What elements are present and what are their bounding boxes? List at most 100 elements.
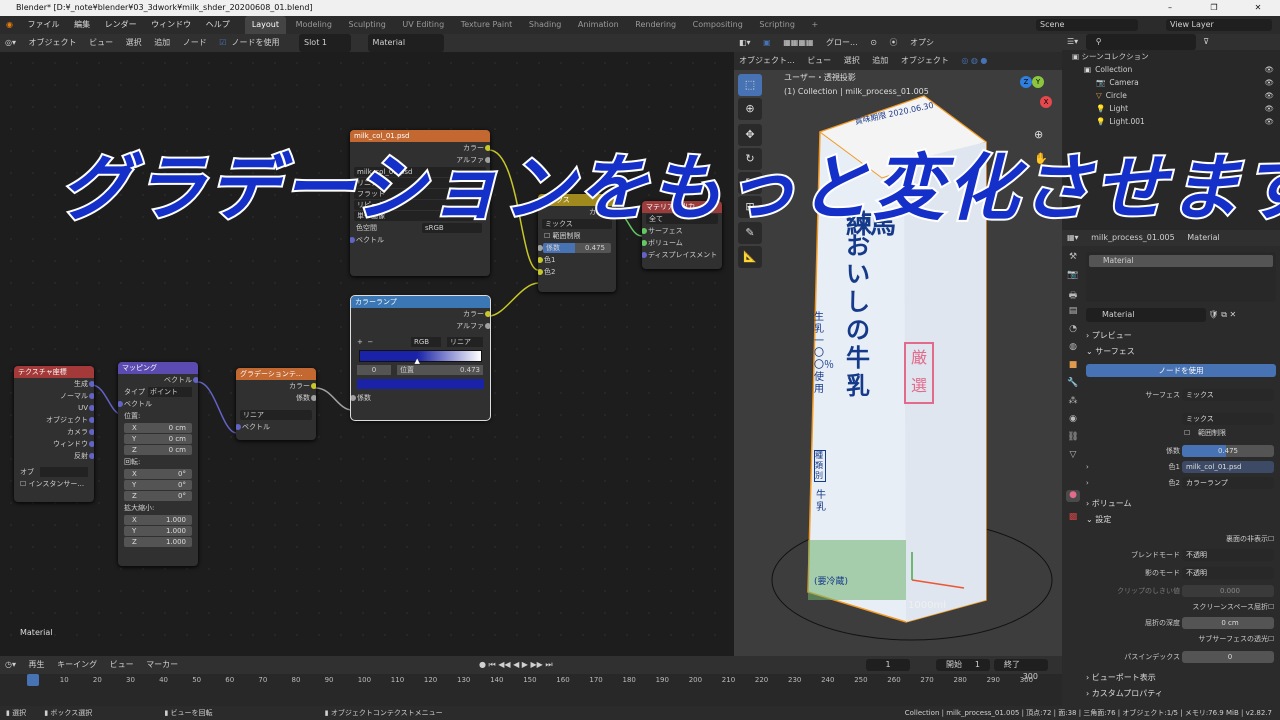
socket[interactable] — [351, 395, 356, 401]
mode-selector[interactable]: オブジェクト — [24, 34, 82, 52]
view-layer-selector[interactable]: View Layer — [1166, 19, 1272, 31]
gradient-texture-node[interactable]: グラデーションテ... カラー 係数 リニア ベクトル — [236, 368, 316, 440]
editor-type-icon[interactable]: ◎▾ — [0, 34, 21, 52]
socket[interactable] — [311, 383, 316, 389]
socket[interactable] — [485, 323, 490, 329]
viewport-menu-add[interactable]: 追加 — [867, 52, 893, 70]
socket[interactable] — [193, 377, 198, 383]
ssr-checkbox-icon[interactable]: ☐ — [1268, 600, 1274, 614]
tab-rendering[interactable]: Rendering — [628, 16, 683, 34]
socket[interactable] — [350, 237, 355, 243]
socket[interactable] — [89, 405, 94, 411]
location-field[interactable]: Y 0 cm — [124, 434, 192, 444]
add-workspace-button[interactable]: + — [804, 16, 825, 34]
timeline-ruler[interactable]: 1102030405060708090100110120130140150160… — [0, 656, 1062, 706]
preview-section[interactable]: › プレビュー — [1086, 330, 1132, 341]
texture-tab-icon[interactable]: ▩ — [1066, 512, 1080, 524]
tab-layout[interactable]: Layout — [244, 16, 287, 34]
type-dropdown[interactable]: ポイント — [148, 387, 192, 397]
tab-sculpting[interactable]: Sculpting — [342, 16, 393, 34]
snap-icon[interactable]: ⦿ — [884, 34, 902, 52]
mapping-node[interactable]: マッピング ベクトル タイプ ポイント ベクトル 位置: X 0 cm Y 0 cm Z 0… — [118, 362, 198, 566]
navigation-gizmo[interactable]: X Y Z — [1006, 72, 1058, 124]
material-name-field[interactable]: Material — [1086, 308, 1206, 322]
overlay-icons[interactable]: ◎ ◍ ● — [956, 52, 992, 70]
location-field[interactable]: Z 0 cm — [124, 445, 192, 455]
texture-coordinate-node[interactable]: テクスチャ座標 生成 ノーマル UV オブジェクト カメラ ウィンドウ 反射 オ… — [14, 366, 94, 502]
material-tab-icon[interactable]: ● — [1066, 490, 1080, 502]
select-tool-icon[interactable]: ▣ — [758, 34, 776, 52]
blender-logo-icon[interactable]: ◉ — [0, 16, 19, 34]
socket[interactable] — [311, 395, 316, 401]
menu-file[interactable]: ファイル — [22, 16, 66, 34]
outliner-item[interactable]: ▣ Collection 👁 — [1062, 63, 1280, 76]
menu-add[interactable]: 追加 — [149, 34, 175, 52]
scene-collection-row[interactable]: ▣ シーンコレクション — [1062, 50, 1280, 63]
pass-index-field[interactable]: 0 — [1182, 651, 1274, 663]
menu-help[interactable]: ヘルプ — [200, 16, 236, 34]
visibility-eye-icon[interactable]: 👁 — [1264, 102, 1274, 115]
socket[interactable] — [89, 417, 94, 423]
gizmo-x-axis[interactable]: X — [1040, 96, 1052, 108]
expand-icon[interactable]: › — [1086, 476, 1089, 490]
socket[interactable] — [538, 269, 543, 275]
fake-user-icon[interactable]: 🛡 — [1209, 310, 1219, 319]
select-mode-icons[interactable]: ▦▦▦▦ — [778, 34, 818, 52]
duplicate-icon[interactable]: ⧉ — [1221, 310, 1227, 319]
outliner-item[interactable]: 💡 Light 👁 — [1062, 102, 1280, 115]
interpolation-dropdown[interactable]: リニア — [447, 337, 483, 347]
clip-field[interactable]: 0.000 — [1182, 585, 1274, 597]
socket[interactable] — [89, 453, 94, 459]
stop-position[interactable]: 位置 0.473 — [397, 365, 483, 375]
visibility-eye-icon[interactable]: 👁 — [1264, 89, 1274, 102]
tab-compositing[interactable]: Compositing — [686, 16, 750, 34]
surface-dropdown[interactable]: ミックス — [1182, 389, 1274, 401]
socket[interactable] — [89, 393, 94, 399]
socket[interactable] — [236, 424, 241, 430]
tab-scripting[interactable]: Scripting — [752, 16, 802, 34]
factor-slider[interactable]: 係数 0.475 — [543, 243, 611, 253]
scene-selector[interactable]: Scene — [1036, 19, 1138, 31]
viewport-mode-selector[interactable]: オブジェクト... — [734, 52, 800, 70]
stop-index[interactable]: 0 — [357, 365, 391, 375]
outliner-item[interactable]: 📷 Camera 👁 — [1062, 76, 1280, 89]
outliner-item[interactable]: 💡 Light.001 👁 — [1062, 115, 1280, 128]
viewport-menu-select[interactable]: 選択 — [839, 52, 865, 70]
color2-link[interactable]: カラーランプ — [1182, 477, 1274, 489]
socket[interactable] — [89, 441, 94, 447]
unlink-icon[interactable]: ✕ — [1230, 310, 1237, 319]
backface-checkbox-icon[interactable]: ☐ — [1268, 532, 1274, 546]
world-tab-icon[interactable]: ◍ — [1066, 342, 1080, 354]
sss-checkbox-icon[interactable]: ☐ — [1268, 632, 1274, 646]
scale-field[interactable]: X 1.000 — [124, 515, 192, 525]
close-button[interactable]: ✕ — [1236, 0, 1280, 16]
rotation-field[interactable]: X 0° — [124, 469, 192, 479]
shadow-mode-dropdown[interactable]: 不透明 — [1182, 567, 1274, 579]
socket[interactable] — [89, 381, 94, 387]
object-tab-icon[interactable]: ■ — [1066, 360, 1080, 372]
filter-icon[interactable]: ⊽ — [1198, 34, 1214, 50]
menu-edit[interactable]: 編集 — [68, 16, 96, 34]
scale-field[interactable]: Y 1.000 — [124, 526, 192, 536]
viewport-display-section[interactable]: › ビューポート表示 — [1086, 672, 1156, 683]
gizmo-y-axis[interactable]: Y — [1032, 76, 1044, 88]
menu-node[interactable]: ノード — [178, 34, 212, 52]
scene-tab-icon[interactable]: ◔ — [1066, 324, 1080, 336]
add-stop-button[interactable]: + — [357, 338, 363, 346]
tab-texture-paint[interactable]: Texture Paint — [454, 16, 520, 34]
surface-section[interactable]: ⌄ サーフェス — [1086, 346, 1135, 357]
location-field[interactable]: X 0 cm — [124, 423, 192, 433]
outliner-type-icon[interactable]: ☰▾ — [1062, 34, 1083, 50]
material-slot-list[interactable]: Material — [1086, 252, 1276, 302]
slot-selector[interactable]: Slot 1 — [299, 34, 351, 52]
tab-uv-editing[interactable]: UV Editing — [395, 16, 451, 34]
expand-icon[interactable]: › — [1086, 460, 1089, 474]
socket[interactable] — [118, 401, 123, 407]
color-mode-dropdown[interactable]: RGB — [411, 337, 441, 347]
rotation-field[interactable]: Y 0° — [124, 480, 192, 490]
use-nodes-button[interactable]: ノードを使用 — [1086, 364, 1276, 377]
blend-type-dropdown[interactable]: ミックス — [1182, 413, 1274, 425]
socket[interactable] — [89, 429, 94, 435]
render-tab-icon[interactable]: 📷 — [1066, 270, 1080, 282]
maximize-button[interactable]: ❐ — [1192, 0, 1236, 16]
